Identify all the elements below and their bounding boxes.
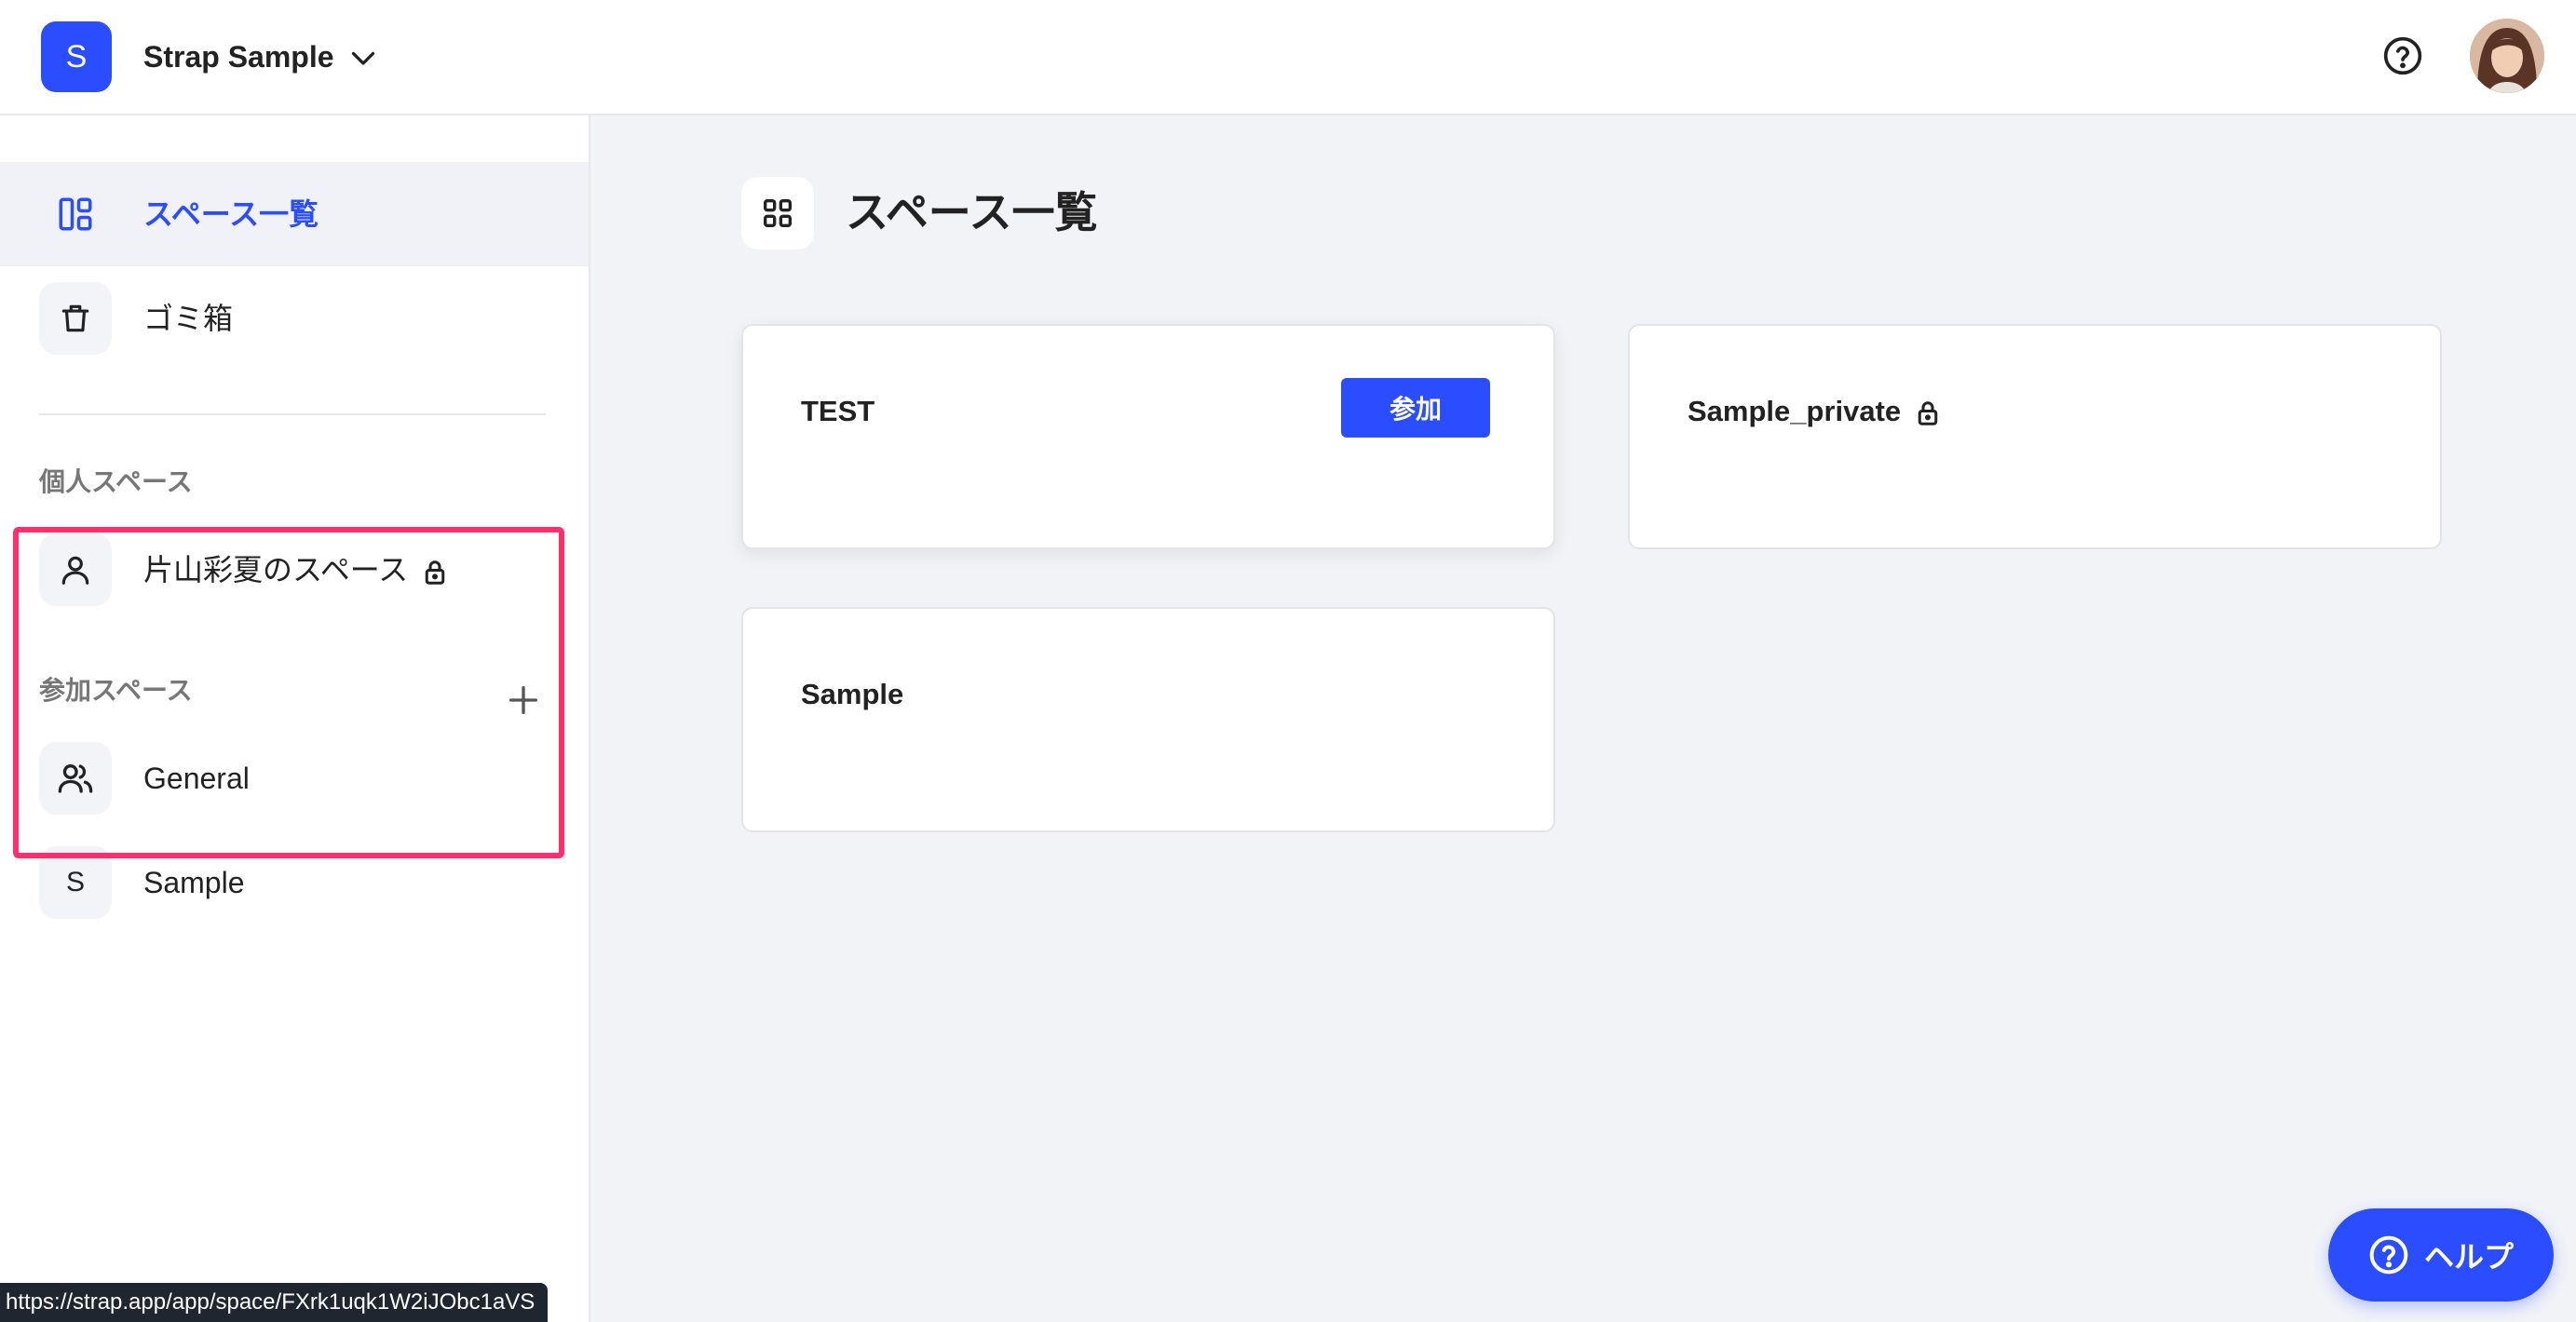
sidebar-item-label: ゴミ箱 — [143, 302, 234, 335]
space-card-title-text: Sample_private — [1688, 395, 1902, 427]
workspace-name[interactable]: Strap Sample — [143, 37, 334, 76]
avatar-photo — [2470, 19, 2544, 93]
help-circle-icon — [2369, 1235, 2408, 1275]
space-card-sample[interactable]: Sample — [741, 607, 1555, 832]
space-card-test[interactable]: TEST 参加 — [741, 324, 1555, 549]
space-card-title: TEST — [801, 395, 875, 427]
nav-icon-container — [39, 282, 112, 355]
grid-icon — [764, 199, 792, 227]
help-button-label: ヘルプ — [2423, 1240, 2514, 1274]
sidebar-item-label: スペース一覧 — [143, 197, 319, 231]
workspace-logo[interactable]: S — [41, 21, 112, 92]
help-circle-icon[interactable] — [2382, 35, 2423, 76]
page-title: スペース一覧 — [846, 188, 1098, 236]
sidebar-item-spaces[interactable]: スペース一覧 — [0, 162, 589, 266]
nav-icon-container — [39, 178, 112, 250]
chevron-down-icon[interactable] — [346, 41, 380, 74]
sidebar-item-trash[interactable]: ゴミ箱 — [0, 266, 589, 371]
user-avatar[interactable] — [2470, 19, 2544, 93]
space-card-title: Sample — [801, 678, 904, 710]
sidebar-item-label: Sample — [143, 866, 245, 899]
highlight-annotation — [13, 527, 564, 858]
sidebar-divider — [39, 413, 546, 415]
space-card-title: Sample_private — [1688, 393, 1942, 430]
personal-section-title: 個人スペース — [39, 467, 193, 496]
space-card-sample-private[interactable]: Sample_private — [1628, 324, 2442, 549]
help-button[interactable]: ヘルプ — [2328, 1208, 2554, 1302]
status-url: https://strap.app/app/space/FXrk1uqk1W2i… — [0, 1283, 549, 1322]
join-button[interactable]: 参加 — [1341, 378, 1490, 438]
lock-icon — [1918, 401, 1938, 425]
title-icon-container — [741, 177, 814, 250]
space-initial: S — [65, 867, 85, 897]
top-header: S Strap Sample — [0, 0, 2576, 115]
trash-icon — [61, 304, 89, 332]
dashboard-icon — [59, 197, 92, 231]
